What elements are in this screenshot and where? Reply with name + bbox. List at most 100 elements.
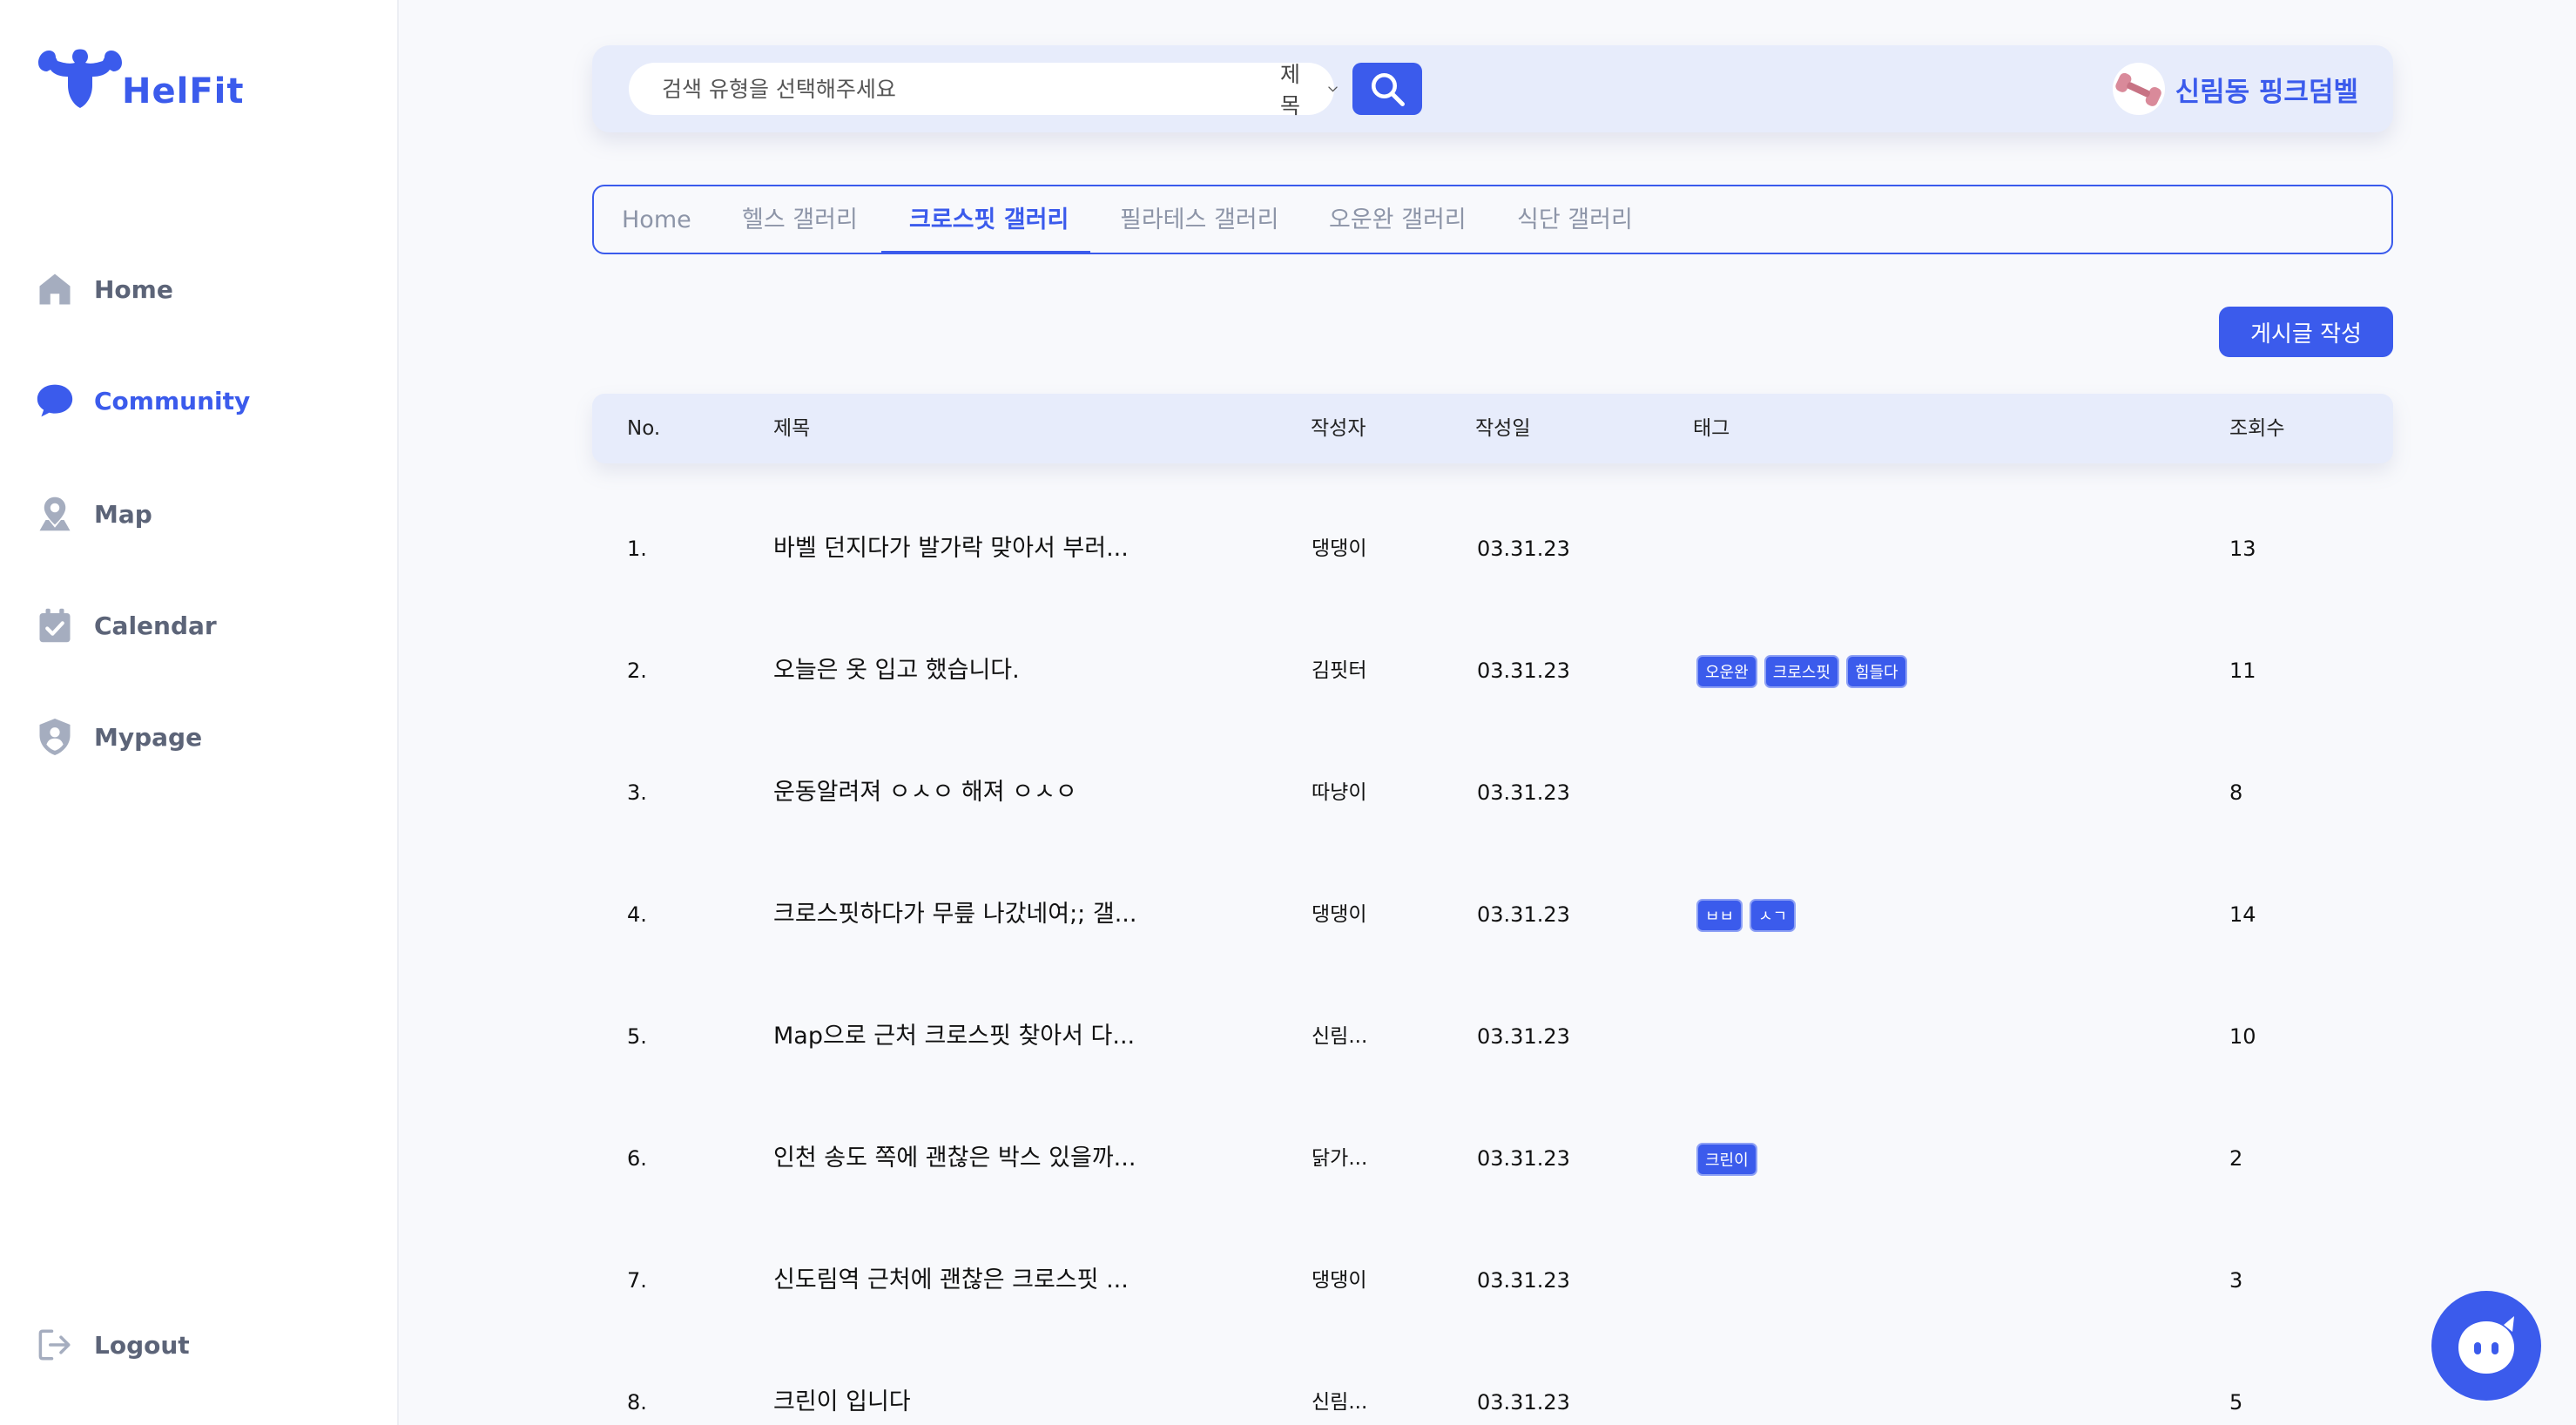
sidebar-item-label: Calendar — [94, 611, 217, 640]
chatbot-button[interactable] — [2431, 1291, 2541, 1401]
sidebar-item-home[interactable]: Home — [35, 263, 173, 315]
sidebar-item-label: Home — [94, 274, 173, 304]
search-input[interactable] — [629, 76, 1169, 102]
user-profile[interactable]: 신림동 핑크덤벨 — [2112, 63, 2358, 115]
post-number: 7. — [627, 1268, 647, 1293]
table-header: No. 제목 작성자 작성일 태그 조회수 — [592, 394, 2393, 463]
post-views: 8 — [2229, 780, 2243, 805]
tag-badge[interactable]: 오운완 — [1696, 655, 1757, 688]
tab-health-gallery[interactable]: 헬스 갤러리 — [742, 186, 858, 254]
search-icon — [1371, 72, 1405, 106]
logout-button[interactable]: Logout — [35, 1319, 190, 1371]
post-title[interactable]: 바벨 던지다가 발가락 맞아서 부러... — [773, 488, 1129, 610]
logout-icon — [35, 1325, 75, 1365]
table-row[interactable]: 1. 바벨 던지다가 발가락 맞아서 부러... 댕댕이 03.31.23 13 — [592, 488, 2393, 610]
logo[interactable]: HelFit — [35, 44, 244, 113]
post-title[interactable]: 인천 송도 쪽에 괜찮은 박스 있을까... — [773, 1097, 1136, 1219]
post-views: 10 — [2229, 1024, 2256, 1049]
post-date: 03.31.23 — [1477, 537, 1570, 561]
sidebar-item-label: Map — [94, 499, 152, 529]
post-views: 14 — [2229, 902, 2256, 927]
post-views: 2 — [2229, 1146, 2243, 1171]
write-post-button[interactable]: 게시글 작성 — [2219, 307, 2393, 357]
column-header-author: 작성자 — [1311, 417, 1366, 440]
sidebar: HelFit Home Community Map Calendar Mypag… — [0, 0, 399, 1425]
post-number: 2. — [627, 658, 647, 683]
post-date: 03.31.23 — [1477, 1146, 1570, 1171]
post-title[interactable]: 오늘은 옷 입고 했습니다. — [773, 610, 1020, 732]
search-button[interactable] — [1352, 63, 1422, 115]
column-header-tags: 태그 — [1693, 417, 1730, 440]
calendar-check-icon — [35, 605, 75, 645]
column-header-views: 조회수 — [2229, 417, 2285, 440]
table-row[interactable]: 8. 크린이 입니다신림... 03.31.23 5 — [592, 1341, 2393, 1425]
post-title[interactable]: 크로스핏하다가 무릎 나갔네여;; 갤... — [773, 854, 1136, 976]
tab-home[interactable]: Home — [622, 186, 691, 254]
tab-crossfit-gallery[interactable]: 크로스핏 갤러리 — [909, 186, 1069, 254]
post-author: 따냥이 — [1312, 781, 1367, 804]
post-date: 03.31.23 — [1477, 780, 1570, 805]
logout-label: Logout — [94, 1330, 190, 1360]
post-author: 댕댕이 — [1312, 903, 1367, 926]
search-header: 제목 신림동 핑크덤벨 — [592, 45, 2393, 132]
logo-text: HelFit — [122, 71, 245, 111]
gallery-tabs: Home 헬스 갤러리 크로스핏 갤러리 필라테스 갤러리 오운완 갤러리 식단… — [592, 185, 2393, 254]
table-row[interactable]: 6. 인천 송도 쪽에 괜찮은 박스 있을까... 닭가... 03.31.23 2 크린… — [592, 1097, 2393, 1219]
tab-ounwan-gallery[interactable]: 오운완 갤러리 — [1329, 186, 1467, 254]
home-icon — [35, 269, 75, 309]
sidebar-item-mypage[interactable]: Mypage — [35, 711, 202, 763]
user-shield-icon — [35, 717, 75, 757]
sidebar-item-community[interactable]: Community — [35, 375, 250, 427]
muscle-logo-icon — [38, 49, 122, 108]
table-row[interactable]: 3. 운동알려져 ㅇㅅㅇ 해져 ㅇㅅㅇ 따냥이 03.31.23 8 — [592, 732, 2393, 854]
tab-pilates-gallery[interactable]: 필라테스 갤러리 — [1120, 186, 1278, 254]
post-tags: 오운완 크로스핏 힘들다 — [1696, 655, 1907, 688]
post-number: 1. — [627, 537, 647, 561]
post-title[interactable]: Map으로 근처 크로스핏 찾아서 다... — [773, 976, 1135, 1097]
search-field: 제목 — [629, 62, 1338, 118]
tab-diet-gallery[interactable]: 식단 갤러리 — [1517, 186, 1633, 254]
post-tags: 크린이 — [1696, 1143, 1757, 1176]
post-views: 5 — [2229, 1390, 2243, 1415]
column-header-date: 작성일 — [1475, 417, 1531, 440]
post-date: 03.31.23 — [1477, 1024, 1570, 1049]
post-author: 신림... — [1312, 1391, 1368, 1414]
post-title[interactable]: 크린이 입니다 — [773, 1341, 911, 1425]
post-date: 03.31.23 — [1477, 658, 1570, 683]
post-author: 신림... — [1312, 1025, 1368, 1048]
post-author: 김핏터 — [1312, 659, 1367, 682]
sidebar-item-label: Community — [94, 386, 251, 415]
sidebar-item-calendar[interactable]: Calendar — [35, 599, 217, 652]
post-title[interactable]: 신도림역 근처에 괜찮은 크로스핏 ... — [773, 1219, 1129, 1341]
post-tags: ㅂㅂ ㅅㄱ — [1696, 899, 1797, 932]
post-views: 3 — [2229, 1268, 2243, 1293]
post-views: 11 — [2229, 658, 2256, 683]
sidebar-item-map[interactable]: Map — [35, 488, 152, 540]
tag-badge[interactable]: 크린이 — [1696, 1143, 1757, 1176]
sidebar-item-label: Mypage — [94, 722, 203, 752]
active-tab-indicator — [881, 251, 1090, 254]
post-date: 03.31.23 — [1477, 902, 1570, 927]
post-number: 5. — [627, 1024, 647, 1049]
tag-badge[interactable]: ㅅㄱ — [1750, 899, 1797, 932]
search-type-select[interactable]: 제목 — [1280, 62, 1339, 118]
table-row[interactable]: 4. 크로스핏하다가 무릎 나갔네여;; 갤... 댕댕이 03.31.23 14 ㅂㅂㅅ… — [592, 854, 2393, 976]
tag-badge[interactable]: 크로스핏 — [1763, 655, 1839, 688]
post-number: 8. — [627, 1390, 647, 1415]
table-row[interactable]: 7. 신도림역 근처에 괜찮은 크로스핏 ... 댕댕이 03.31.23 3 — [592, 1219, 2393, 1341]
column-header-title: 제목 — [773, 417, 811, 440]
tag-badge[interactable]: ㅂㅂ — [1696, 899, 1743, 932]
post-views: 13 — [2229, 537, 2256, 561]
post-number: 3. — [627, 780, 647, 805]
profile-name: 신림동 핑크덤벨 — [2175, 76, 2358, 108]
search-type-value: 제목 — [1280, 62, 1301, 118]
table-row[interactable]: 5. Map으로 근처 크로스핏 찾아서 다... 신림... 03.31.23 10 — [592, 976, 2393, 1097]
chatbot-face-icon — [2458, 1316, 2514, 1374]
chevron-down-icon — [1328, 86, 1338, 92]
tag-badge[interactable]: 힘들다 — [1845, 655, 1907, 688]
table-row[interactable]: 2. 오늘은 옷 입고 했습니다. 김핏터 03.31.23 11 오운완 크로스핏 힘들다 — [592, 610, 2393, 732]
post-date: 03.31.23 — [1477, 1390, 1570, 1415]
post-author: 댕댕이 — [1312, 1269, 1367, 1292]
post-title[interactable]: 운동알려져 ㅇㅅㅇ 해져 ㅇㅅㅇ — [773, 732, 1077, 854]
post-author: 댕댕이 — [1312, 537, 1367, 560]
